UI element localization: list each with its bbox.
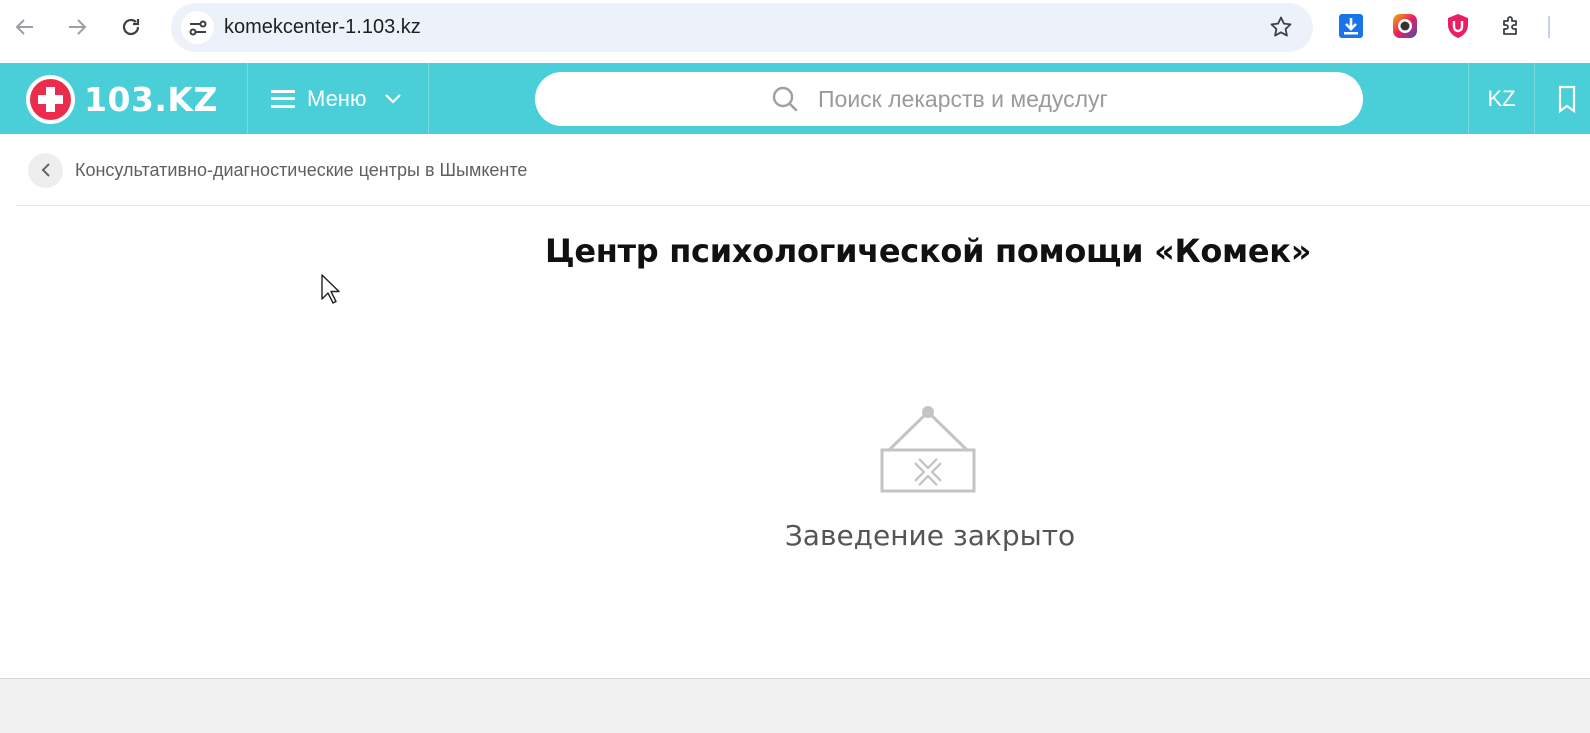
mouse-cursor-icon bbox=[321, 274, 340, 304]
shield-u-icon[interactable] bbox=[1444, 12, 1472, 40]
search-input[interactable] bbox=[818, 72, 1338, 126]
site-info-icon[interactable] bbox=[181, 11, 214, 44]
header-divider bbox=[1534, 63, 1535, 134]
breadcrumb: Консультативно-диагностические центры в … bbox=[28, 152, 527, 188]
url-text[interactable]: komekcenter-1.103.kz bbox=[224, 16, 421, 39]
search-box bbox=[535, 72, 1363, 126]
page-title: Центр психологической помощи «Комек» bbox=[544, 232, 1312, 270]
menu-label: Меню bbox=[307, 85, 367, 111]
back-arrow-icon[interactable] bbox=[8, 10, 42, 44]
header-divider bbox=[428, 63, 429, 134]
closed-status-text: Заведение закрыто bbox=[784, 519, 1076, 552]
reload-icon[interactable] bbox=[114, 10, 148, 44]
page-bottom-strip bbox=[0, 678, 1590, 733]
closed-sign-icon bbox=[880, 406, 976, 493]
bookmark-icon[interactable] bbox=[1557, 85, 1577, 113]
browser-toolbar: komekcenter-1.103.kz bbox=[0, 0, 1590, 62]
menu-button[interactable]: Меню bbox=[248, 63, 428, 134]
download-icon[interactable] bbox=[1337, 12, 1365, 40]
breadcrumb-divider bbox=[16, 205, 1590, 206]
bookmark-star-icon[interactable] bbox=[1269, 15, 1293, 44]
site-header: 103.KZ Меню KZ bbox=[0, 63, 1590, 134]
breadcrumb-link[interactable]: Консультативно-диагностические центры в … bbox=[75, 160, 527, 181]
forward-arrow-icon[interactable] bbox=[60, 10, 94, 44]
language-switch[interactable]: KZ bbox=[1469, 63, 1534, 134]
chevron-left-icon bbox=[41, 163, 50, 177]
search-icon bbox=[772, 86, 798, 112]
site-logo[interactable]: 103.KZ bbox=[26, 74, 218, 124]
medical-cross-icon bbox=[26, 74, 75, 124]
hamburger-icon bbox=[271, 89, 295, 108]
logo-text: 103.KZ bbox=[84, 79, 218, 119]
toolbar-divider bbox=[1548, 16, 1550, 38]
camera-icon[interactable] bbox=[1391, 12, 1419, 40]
chevron-down-icon bbox=[385, 93, 402, 104]
puzzle-icon[interactable] bbox=[1498, 12, 1526, 40]
breadcrumb-back-button[interactable] bbox=[28, 152, 63, 188]
address-bar[interactable]: komekcenter-1.103.kz bbox=[171, 3, 1313, 52]
